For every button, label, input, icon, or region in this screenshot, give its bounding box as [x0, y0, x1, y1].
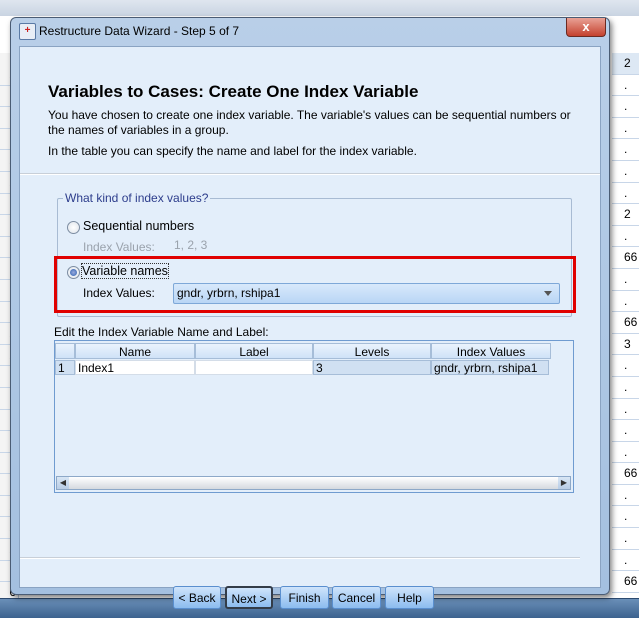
data-view-right-column: 2 ......2.66..663.....66....6666	[612, 53, 639, 615]
data-cell: 66	[612, 463, 639, 485]
dropdown-value: gndr, yrbrn, rshipa1	[177, 286, 281, 300]
data-cell: 66	[612, 247, 639, 269]
divider	[20, 173, 600, 175]
data-cell: .	[612, 291, 639, 313]
data-cell: .	[612, 161, 639, 183]
levels-cell: 3	[313, 360, 431, 375]
row-header-corner	[55, 343, 75, 359]
data-cell: .	[612, 485, 639, 507]
row-number: 1	[55, 360, 75, 375]
sequential-numbers-label[interactable]: Sequential numbers	[83, 219, 194, 233]
data-cell: .	[612, 96, 639, 118]
finish-button[interactable]: Finish	[280, 586, 329, 609]
data-cell: .	[612, 399, 639, 421]
page-title: Variables to Cases: Create One Index Var…	[48, 82, 419, 101]
close-button[interactable]: x	[566, 18, 606, 37]
data-cell: 3	[612, 334, 639, 356]
cancel-button[interactable]: Cancel	[332, 586, 381, 609]
data-cell: 66	[612, 571, 639, 593]
next-button[interactable]: Next >	[225, 586, 273, 609]
column-header-name[interactable]: Name	[75, 343, 195, 359]
column-header-label[interactable]: Label	[195, 343, 313, 359]
data-cell: .	[612, 442, 639, 464]
data-cell: .	[612, 550, 639, 572]
data-cell: .	[612, 226, 639, 248]
horizontal-scrollbar[interactable]: ◀ ▶	[56, 476, 571, 490]
data-cell: .	[612, 506, 639, 529]
sequential-index-values-label: Index Values:	[83, 240, 155, 254]
table-label: Edit the Index Variable Name and Label:	[54, 325, 269, 339]
data-cell: .	[612, 355, 639, 377]
data-cell: .	[612, 377, 639, 399]
index-values-dropdown[interactable]: gndr, yrbrn, rshipa1	[173, 283, 560, 304]
data-cell: .	[612, 75, 639, 97]
title-bar[interactable]: + Restructure Data Wizard - Step 5 of 7 …	[11, 18, 609, 44]
dialog-title: Restructure Data Wizard - Step 5 of 7	[39, 24, 240, 38]
data-cell: .	[612, 183, 639, 205]
scroll-left-icon[interactable]: ◀	[57, 477, 69, 489]
data-cell: .	[612, 269, 639, 291]
back-button[interactable]: < Back	[173, 586, 221, 609]
restructure-wizard-dialog: + Restructure Data Wizard - Step 5 of 7 …	[10, 17, 610, 609]
variable-names-label[interactable]: Variable names	[81, 263, 169, 279]
app-icon: +	[19, 23, 36, 40]
column-header: 2	[612, 53, 639, 75]
varnames-index-values-label: Index Values:	[83, 286, 155, 300]
index-variable-table: Name Label Levels Index Values 1 Index1 …	[54, 340, 574, 493]
column-header-index-values[interactable]: Index Values	[431, 343, 551, 359]
data-cell: .	[612, 528, 639, 550]
group-label: What kind of index values?	[63, 191, 211, 205]
data-cell: .	[612, 139, 639, 161]
app-toolbar	[0, 0, 639, 16]
description: You have chosen to create one index vari…	[48, 108, 571, 137]
dialog-content: Variables to Cases: Create One Index Var…	[19, 46, 601, 609]
scroll-right-icon[interactable]: ▶	[558, 477, 570, 489]
data-cell: .	[612, 420, 639, 442]
data-cell: 2	[612, 204, 639, 226]
label-cell[interactable]	[195, 360, 313, 375]
data-cell: 66	[612, 312, 639, 334]
variable-names-radio[interactable]	[67, 266, 80, 279]
sequential-index-values: 1, 2, 3	[174, 238, 208, 252]
divider	[20, 557, 580, 559]
column-header-levels[interactable]: Levels	[313, 343, 431, 359]
chevron-down-icon	[544, 291, 552, 296]
data-cell: .	[612, 118, 639, 140]
sequential-numbers-radio[interactable]	[67, 221, 80, 234]
name-cell[interactable]: Index1	[75, 360, 195, 375]
help-button[interactable]: Help	[385, 586, 434, 609]
description-2: In the table you can specify the name an…	[48, 144, 417, 158]
index-values-cell: gndr, yrbrn, rshipa1	[431, 360, 549, 375]
